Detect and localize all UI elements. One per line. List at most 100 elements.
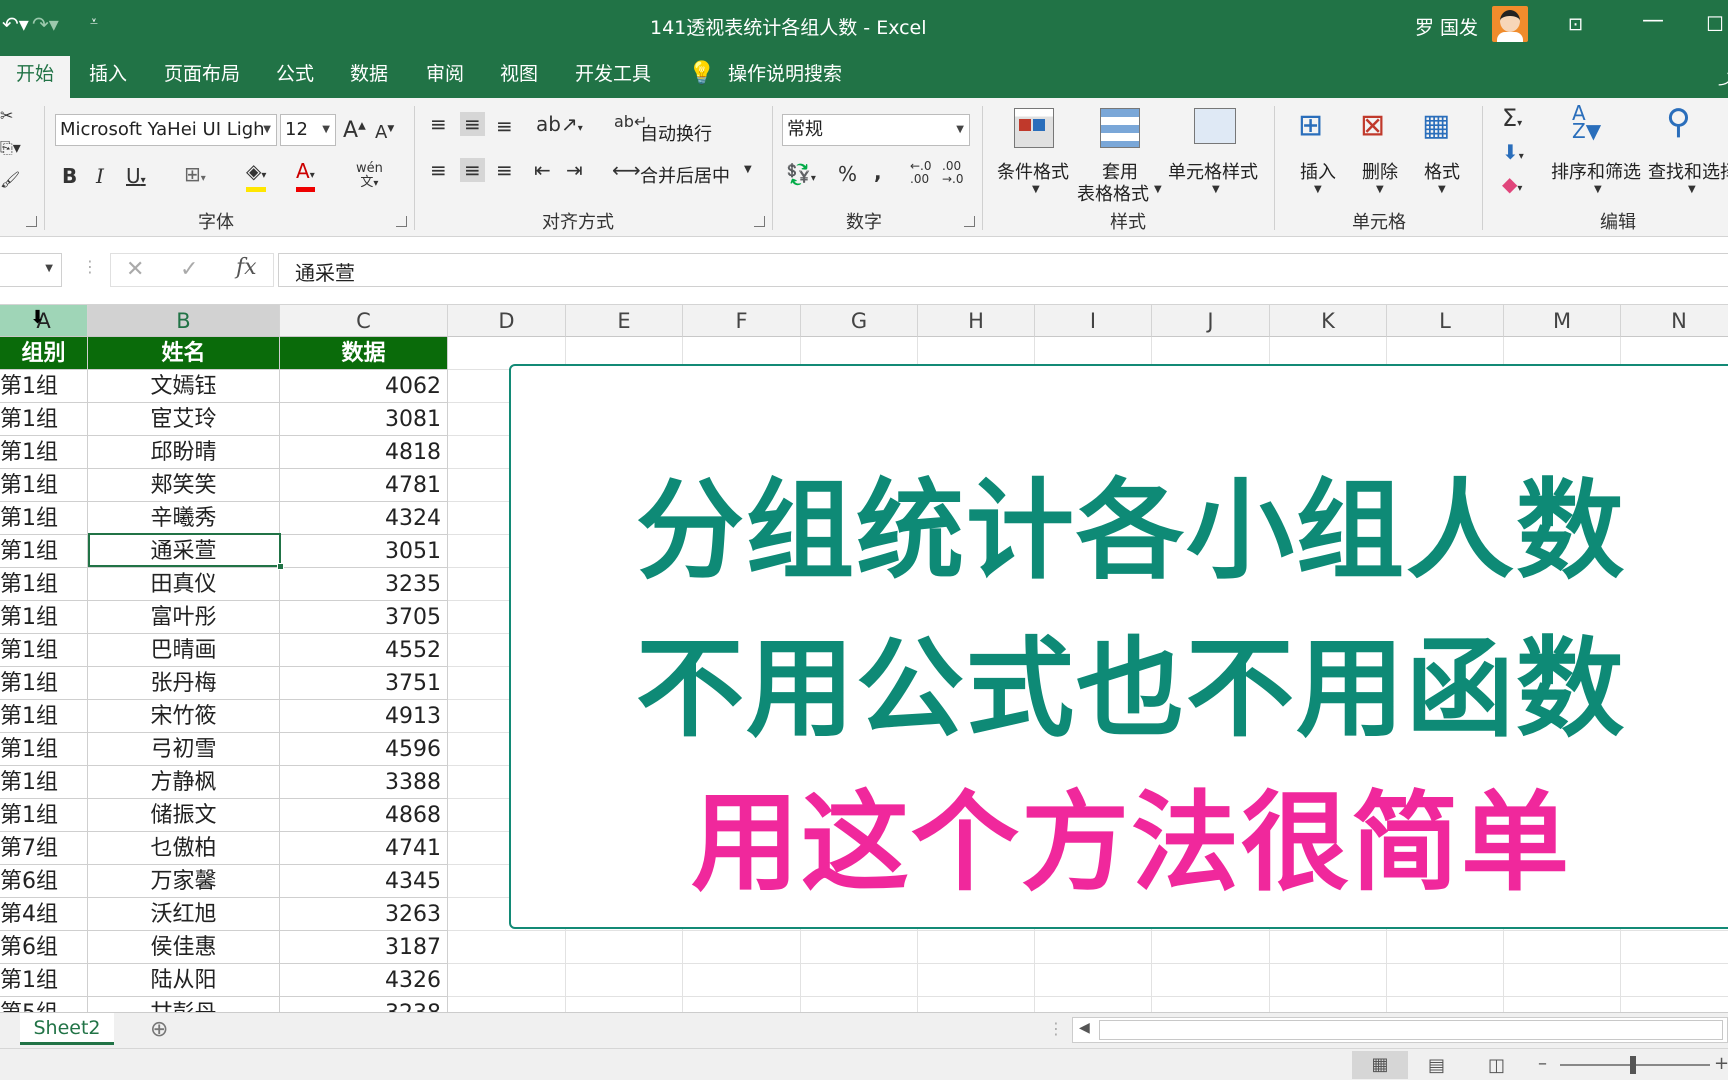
- value-cell[interactable]: 4596: [280, 733, 448, 766]
- group-cell[interactable]: 第4组: [0, 898, 88, 931]
- increase-font-icon[interactable]: A▲: [343, 118, 366, 143]
- value-cell[interactable]: 3051: [280, 535, 448, 568]
- column-header-l[interactable]: L: [1387, 305, 1504, 337]
- name-cell[interactable]: 弓初雪: [88, 733, 280, 766]
- header-cell[interactable]: 数据: [280, 337, 448, 370]
- phonetic-icon[interactable]: wén 文▾: [356, 162, 383, 191]
- percent-icon[interactable]: %: [838, 162, 857, 186]
- user-name[interactable]: 罗 国发: [1415, 13, 1478, 40]
- font-launcher-icon[interactable]: [396, 216, 407, 227]
- column-header-e[interactable]: E: [566, 305, 683, 337]
- group-cell[interactable]: 第1组: [0, 436, 88, 469]
- group-cell[interactable]: 第1组: [0, 766, 88, 799]
- group-cell[interactable]: 第5组: [0, 997, 88, 1012]
- group-cell[interactable]: 第1组: [0, 634, 88, 667]
- name-cell[interactable]: 侯佳惠: [88, 931, 280, 964]
- name-cell[interactable]: 辛曦秀: [88, 502, 280, 535]
- column-header-f[interactable]: F: [683, 305, 801, 337]
- cancel-icon[interactable]: ✕: [126, 257, 144, 282]
- group-cell[interactable]: 第1组: [0, 799, 88, 832]
- value-cell[interactable]: 4345: [280, 865, 448, 898]
- tab-review[interactable]: 审阅: [426, 50, 464, 98]
- group-cell[interactable]: 第1组: [0, 733, 88, 766]
- align-left-icon[interactable]: ≡: [430, 158, 447, 182]
- header-cell[interactable]: 组别: [0, 337, 88, 370]
- column-header-g[interactable]: G: [801, 305, 918, 337]
- value-cell[interactable]: 4741: [280, 832, 448, 865]
- autosum-icon[interactable]: Σ▾: [1502, 104, 1522, 132]
- zoom-in-icon[interactable]: +: [1714, 1053, 1728, 1074]
- value-cell[interactable]: 4552: [280, 634, 448, 667]
- merge-center-button[interactable]: 合并后居中: [640, 162, 730, 188]
- tab-view[interactable]: 视图: [500, 50, 538, 98]
- group-cell[interactable]: 第1组: [0, 403, 88, 436]
- conditional-format-button[interactable]: 条件格式: [997, 158, 1069, 184]
- value-cell[interactable]: 4868: [280, 799, 448, 832]
- ribbon-display-options-icon[interactable]: ⊡: [1568, 14, 1583, 35]
- column-header-b[interactable]: B: [88, 305, 280, 337]
- group-cell[interactable]: 第1组: [0, 601, 88, 634]
- chevron-down-icon[interactable]: ▼: [744, 164, 752, 175]
- group-cell[interactable]: 第1组: [0, 964, 88, 997]
- name-cell[interactable]: 富叶彤: [88, 601, 280, 634]
- column-header-n[interactable]: N: [1621, 305, 1728, 337]
- name-cell[interactable]: 巴晴画: [88, 634, 280, 667]
- fill-down-icon[interactable]: ⬇▾: [1502, 140, 1524, 164]
- fill-color-icon[interactable]: ◈▾: [246, 160, 267, 192]
- format-cells-button[interactable]: 格式: [1424, 158, 1460, 184]
- font-color-icon[interactable]: A▾: [296, 160, 315, 192]
- add-sheet-icon[interactable]: ⊕: [150, 1017, 168, 1042]
- name-cell[interactable]: 方静枫: [88, 766, 280, 799]
- decrease-font-icon[interactable]: A▼: [375, 122, 394, 143]
- clipboard-launcher-icon[interactable]: [26, 216, 37, 227]
- value-cell[interactable]: 4913: [280, 700, 448, 733]
- value-cell[interactable]: 4324: [280, 502, 448, 535]
- find-select-button[interactable]: 查找和选择: [1648, 158, 1728, 184]
- sheet-tab-active[interactable]: Sheet2: [20, 1013, 114, 1045]
- align-center-icon[interactable]: ≡: [460, 158, 485, 182]
- currency-icon[interactable]: 💱▾: [786, 162, 816, 186]
- format-painter-icon[interactable]: 🖌: [0, 170, 20, 189]
- value-cell[interactable]: 3187: [280, 931, 448, 964]
- group-cell[interactable]: 第1组: [0, 469, 88, 502]
- fill-handle[interactable]: [277, 563, 284, 570]
- font-name-combo[interactable]: Microsoft YaHei UI Ligh ▼: [55, 114, 277, 146]
- tab-data[interactable]: 数据: [350, 50, 388, 98]
- group-cell[interactable]: 第6组: [0, 931, 88, 964]
- bold-icon[interactable]: B: [62, 164, 77, 188]
- value-cell[interactable]: 4818: [280, 436, 448, 469]
- align-top-icon[interactable]: ≡: [430, 112, 447, 136]
- orientation-icon[interactable]: ab↗▾: [536, 112, 583, 136]
- name-cell[interactable]: 甘彭丹: [88, 997, 280, 1012]
- name-cell[interactable]: 乜傲柏: [88, 832, 280, 865]
- value-cell[interactable]: 4062: [280, 370, 448, 403]
- column-header-d[interactable]: D: [448, 305, 566, 337]
- name-cell[interactable]: 邱盼晴: [88, 436, 280, 469]
- clear-icon[interactable]: ◆▾: [1502, 172, 1522, 196]
- value-cell[interactable]: 3263: [280, 898, 448, 931]
- value-cell[interactable]: 3388: [280, 766, 448, 799]
- font-size-combo[interactable]: 12 ▼: [280, 114, 336, 146]
- column-header-h[interactable]: H: [918, 305, 1035, 337]
- format-as-table-button-b[interactable]: 表格格式: [1077, 180, 1149, 206]
- group-cell[interactable]: 第6组: [0, 865, 88, 898]
- tab-developer[interactable]: 开发工具: [575, 50, 651, 98]
- view-page-break-icon[interactable]: ◫: [1488, 1055, 1505, 1076]
- name-cell[interactable]: 万家馨: [88, 865, 280, 898]
- merge-center-icon[interactable]: ⟷: [612, 158, 641, 182]
- increase-decimal-icon[interactable]: ←.0.00: [910, 160, 932, 186]
- number-format-combo[interactable]: 常规 ▼: [782, 114, 970, 146]
- group-cell[interactable]: 第1组: [0, 535, 88, 568]
- column-header-j[interactable]: J: [1152, 305, 1270, 337]
- align-right-icon[interactable]: ≡: [496, 158, 513, 182]
- name-cell[interactable]: 宦艾玲: [88, 403, 280, 436]
- tab-home[interactable]: 开始: [0, 56, 71, 98]
- name-cell[interactable]: 张丹梅: [88, 667, 280, 700]
- value-cell[interactable]: 4781: [280, 469, 448, 502]
- value-cell[interactable]: 3751: [280, 667, 448, 700]
- delete-cells-button[interactable]: 删除: [1362, 158, 1398, 184]
- copy-icon[interactable]: ⎘▾: [0, 138, 21, 158]
- enter-icon[interactable]: ✓: [180, 257, 198, 282]
- column-header-m[interactable]: M: [1504, 305, 1621, 337]
- name-cell[interactable]: 田真仪: [88, 568, 280, 601]
